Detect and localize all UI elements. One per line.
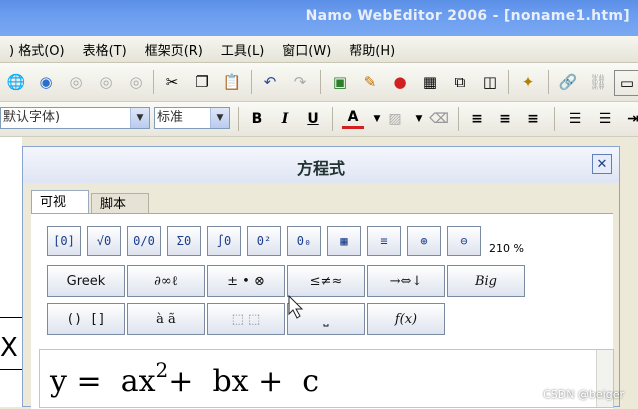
align-left-icon[interactable]: ≡ <box>466 108 488 130</box>
accents-palette-button[interactable]: à ã <box>127 303 205 335</box>
toolbar-separator <box>153 70 154 94</box>
chevron-down-icon[interactable]: ▼ <box>210 108 229 128</box>
canvas-line <box>0 369 22 370</box>
toolbar-separator <box>458 107 459 131</box>
paragraph-style-select[interactable]: 标准 ▼ <box>154 107 230 129</box>
align-center-icon[interactable]: ≡ <box>494 108 516 130</box>
equation-lhs: y = ax <box>50 364 156 399</box>
superscript-template-button[interactable]: 0² <box>247 226 281 256</box>
stop-icon[interactable]: ◎ <box>64 70 88 94</box>
menu-format[interactable]: ) 格式(O) <box>0 40 74 59</box>
menu-window[interactable]: 窗口(W) <box>273 40 340 59</box>
integral-template-button[interactable]: ∫0 <box>207 226 241 256</box>
arrows-palette-button[interactable]: →⇔↓ <box>367 265 445 297</box>
unlink-icon[interactable]: ⛓ <box>586 70 610 94</box>
redo-icon[interactable]: ↷ <box>288 70 312 94</box>
paragraph-style-value: 标准 <box>157 110 184 125</box>
brackets-template-button[interactable]: [0] <box>47 226 81 256</box>
image-icon[interactable]: ▣ <box>328 70 352 94</box>
italic-button[interactable]: I <box>274 108 296 130</box>
copy-icon[interactable]: ❐ <box>190 70 214 94</box>
chevron-down-icon[interactable]: ▼ <box>130 108 149 128</box>
toolbar-separator <box>508 70 509 94</box>
chevron-down-icon[interactable]: ▼ <box>408 108 430 130</box>
matrix-template-button[interactable]: ▦ <box>327 226 361 256</box>
spacing-palette-button[interactable]: ⬚ ⬚ <box>207 303 285 335</box>
zoom-in-button[interactable]: ⊕ <box>407 226 441 256</box>
menu-table[interactable]: 表格(T) <box>74 40 136 59</box>
equation-dialog: 方程式 ✕ 可视 脚本 [0] √0 0/0 Σ0 ∫0 0² 0₀ ▦ ≡ ⊕… <box>22 146 620 409</box>
link-icon[interactable]: 🔗 <box>556 70 580 94</box>
equation-rhs: + bx + c <box>168 364 320 399</box>
table-icon[interactable]: ▦ <box>418 70 442 94</box>
fraction-template-button[interactable]: 0/0 <box>127 226 161 256</box>
fences-palette-button[interactable]: () [] <box>47 303 125 335</box>
globe-icon[interactable]: 🌐 <box>4 70 28 94</box>
menu-help[interactable]: 帮助(H) <box>340 40 404 59</box>
edit-icon[interactable]: ✎ <box>358 70 382 94</box>
home-icon[interactable]: ◎ <box>124 70 148 94</box>
magic-icon[interactable]: ✦ <box>516 70 540 94</box>
refresh-icon[interactable]: ◎ <box>94 70 118 94</box>
sqrt-template-button[interactable]: √0 <box>87 226 121 256</box>
toolbar-separator <box>320 70 321 94</box>
standard-toolbar: 🌐 ◉ ◎ ◎ ◎ ✂ ❐ 📋 ↶ ↷ ▣ ✎ ● ▦ ⧉ ◫ ✦ 🔗 ⛓ ▭ <box>0 63 638 102</box>
big-operators-palette-button[interactable]: Big <box>447 265 525 297</box>
window-titlebar: Namo WebEditor 2006 - [noname1.htm] <box>0 0 638 36</box>
cut-icon[interactable]: ✂ <box>160 70 184 94</box>
subscript-template-button[interactable]: 0₀ <box>287 226 321 256</box>
font-family-select[interactable]: 默认字体) ▼ <box>0 107 150 129</box>
layer-icon[interactable]: ⧉ <box>448 70 472 94</box>
equation-exponent: 2 <box>155 358 169 382</box>
menu-tools[interactable]: 工具(L) <box>212 40 273 59</box>
eraser-icon[interactable]: ⌫ <box>428 108 450 130</box>
toolbar-separator <box>548 70 549 94</box>
greek-palette-button[interactable]: Greek <box>47 265 125 297</box>
dialog-titlebar: 方程式 ✕ <box>23 147 619 183</box>
numbered-list-icon[interactable]: ☰ <box>564 108 586 130</box>
misc-symbols-palette-button[interactable]: ∂∞ℓ <box>127 265 205 297</box>
tab-script[interactable]: 脚本 <box>91 193 149 214</box>
indent-icon[interactable]: ⇥ <box>622 108 638 130</box>
equation-editor[interactable]: y = ax2+ bx + c <box>39 349 614 408</box>
close-button[interactable]: ✕ <box>592 154 612 174</box>
function-palette-button[interactable]: f(x) <box>367 303 445 335</box>
dialog-title: 方程式 <box>296 159 345 178</box>
operators-palette-button[interactable]: ± • ⊗ <box>207 265 285 297</box>
font-family-value: 默认字体) <box>3 110 61 125</box>
zoom-level: 210 % <box>489 242 524 255</box>
zoom-out-button[interactable]: ⊖ <box>447 226 481 256</box>
font-color-button[interactable]: A <box>342 108 364 129</box>
window-icon[interactable]: ▭ <box>614 70 638 96</box>
underline-button[interactable]: U <box>302 108 324 130</box>
bold-button[interactable]: B <box>246 108 268 130</box>
relations-palette-button[interactable]: ≤≠≈ <box>287 265 365 297</box>
menu-frame[interactable]: 框架页(R) <box>136 40 212 59</box>
format-toolbar: 默认字体) ▼ 标准 ▼ B I U A ▼ ▨ ▼ ⌫ ≡ ≡ ≡ ☰ ☰ ⇥ <box>0 102 638 137</box>
paste-icon[interactable]: 📋 <box>220 70 244 94</box>
media-icon[interactable]: ● <box>388 70 412 94</box>
align-right-icon[interactable]: ≡ <box>522 108 544 130</box>
tab-visual[interactable]: 可视 <box>31 190 89 214</box>
watermark: CSDN @beiger <box>543 388 624 401</box>
browser-icon[interactable]: ◉ <box>34 70 58 94</box>
toolbar-separator <box>238 107 239 131</box>
toolbar-separator <box>554 107 555 131</box>
sum-template-button[interactable]: Σ0 <box>167 226 201 256</box>
bullet-list-icon[interactable]: ☰ <box>594 108 616 130</box>
mouse-cursor-icon <box>288 295 304 319</box>
toolbar-separator <box>332 107 333 131</box>
document-canvas[interactable]: X <box>0 137 22 407</box>
canvas-line <box>0 317 22 318</box>
menu-bar: ) 格式(O) 表格(T) 框架页(R) 工具(L) 窗口(W) 帮助(H) <box>0 36 638 63</box>
undo-icon[interactable]: ↶ <box>258 70 282 94</box>
toolbar-separator <box>251 70 252 94</box>
frame-icon[interactable]: ◫ <box>478 70 502 94</box>
canvas-text-fragment: X <box>0 333 18 363</box>
highlight-icon[interactable]: ▨ <box>384 108 406 130</box>
window-title: Namo WebEditor 2006 - [noname1.htm] <box>305 8 630 24</box>
equation-content: y = ax2+ bx + c <box>50 358 319 399</box>
overbar-template-button[interactable]: ≡ <box>367 226 401 256</box>
